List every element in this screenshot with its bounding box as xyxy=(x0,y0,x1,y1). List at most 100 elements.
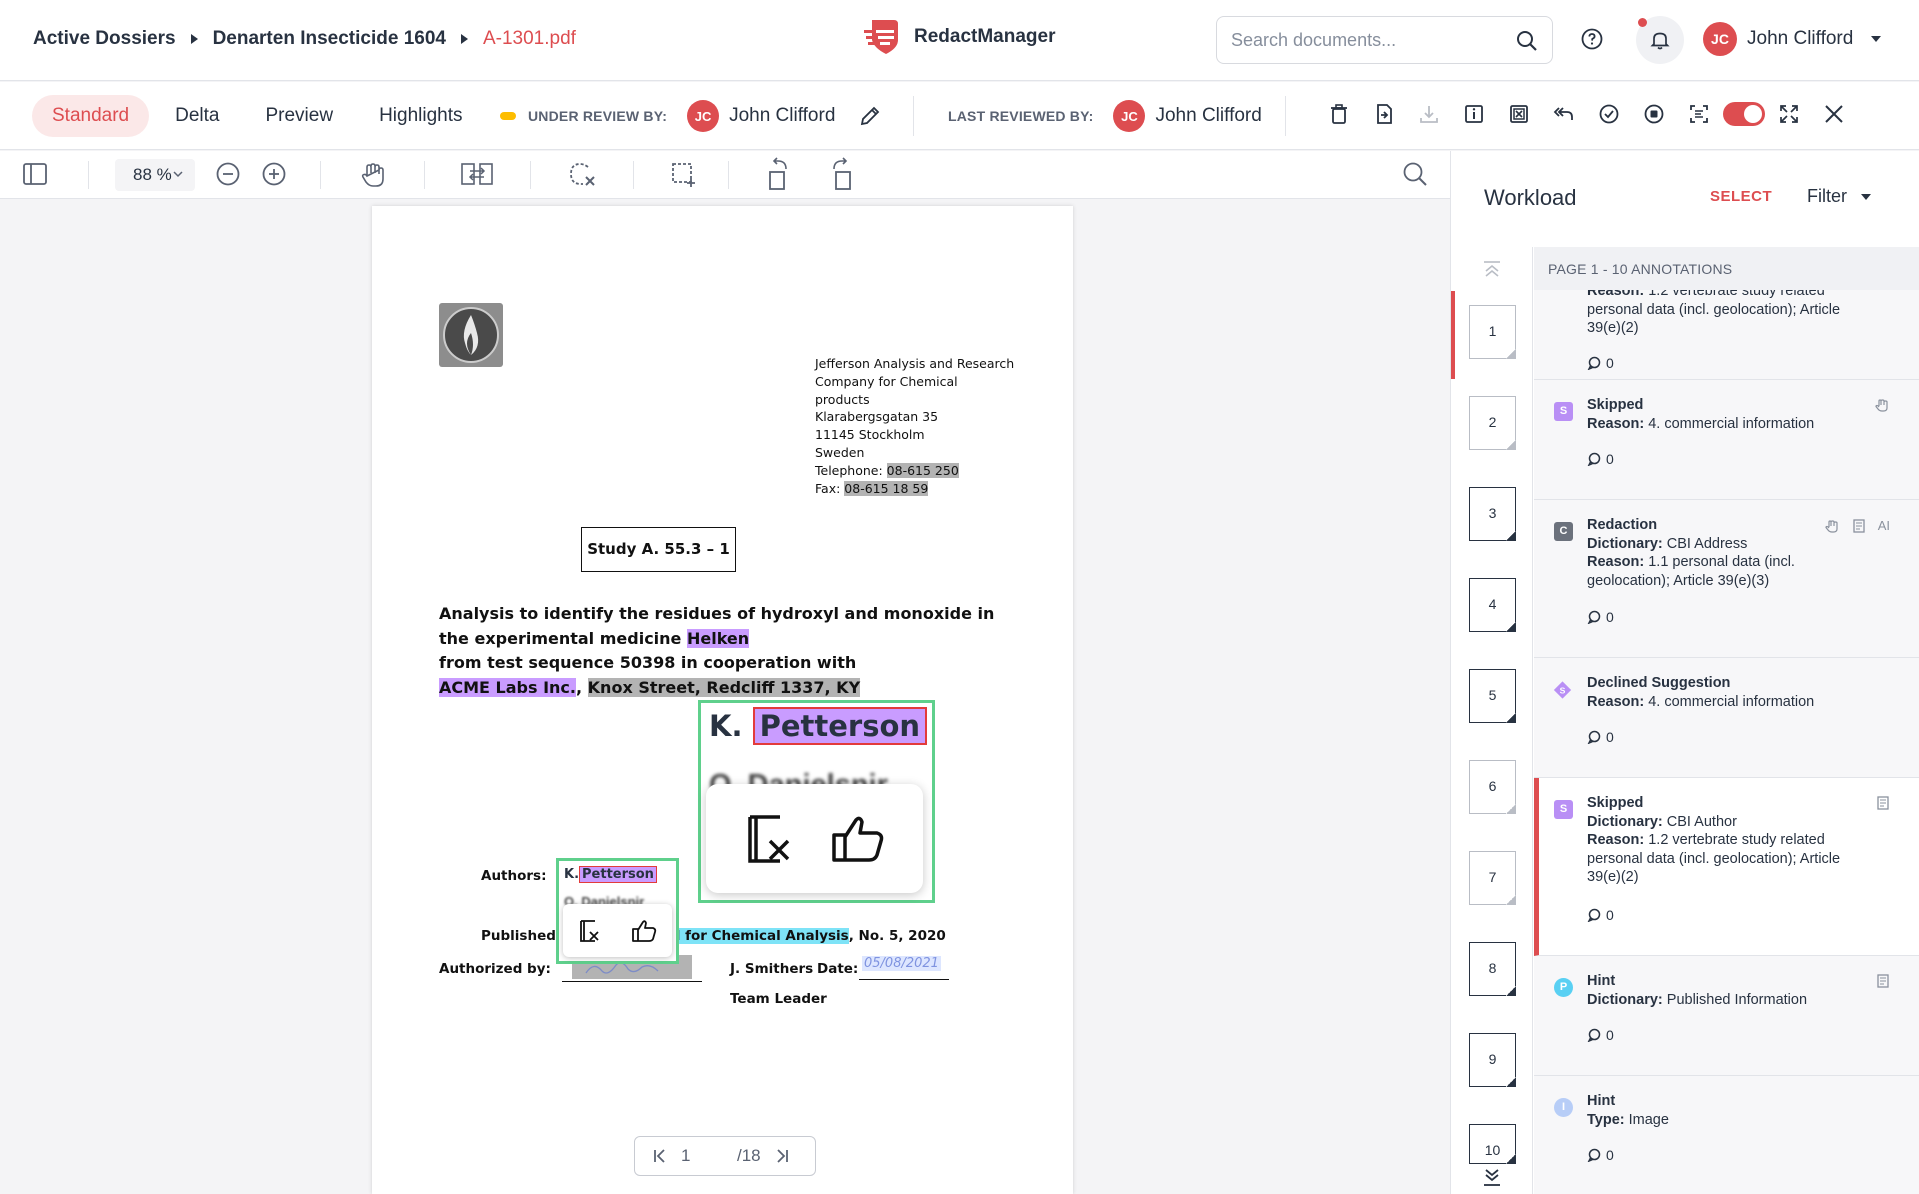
notifications-button[interactable] xyxy=(1636,16,1684,64)
tab-delta[interactable]: Delta xyxy=(155,95,239,137)
scroll-bottom-icon[interactable] xyxy=(1481,1167,1503,1189)
annotation-item[interactable]: S Skipped Reason: 4. commercial informat… xyxy=(1534,380,1919,500)
zoom-out-icon[interactable] xyxy=(215,161,241,187)
skipped-highlight[interactable]: ACME Labs Inc. xyxy=(439,677,576,697)
comment-count[interactable]: 0 xyxy=(1587,728,1614,747)
remove-annotation-icon[interactable] xyxy=(742,811,798,867)
close-icon[interactable] xyxy=(1811,103,1856,125)
page-thumbnails: 1 2 3 4 5 6 7 8 9 10 xyxy=(1451,247,1533,1194)
redact-preview-icon[interactable] xyxy=(1496,103,1541,125)
rotate-left-icon[interactable] xyxy=(766,157,792,191)
redaction-highlight[interactable]: Knox Street, Redcliff 1337, KY xyxy=(587,677,861,697)
user-menu[interactable]: JC John Clifford xyxy=(1703,22,1882,56)
first-page-icon[interactable] xyxy=(653,1148,667,1164)
annotation-item[interactable]: C Redaction Dictionary: CBI Address Reas… xyxy=(1534,500,1919,658)
breadcrumb-current-file[interactable]: A-1301.pdf xyxy=(483,28,576,50)
search-icon[interactable] xyxy=(1516,30,1538,52)
title-text: the experimental medicine xyxy=(439,628,687,648)
delete-icon[interactable] xyxy=(1316,103,1361,125)
stop-icon[interactable] xyxy=(1631,103,1676,125)
page-thumb-2[interactable]: 2 xyxy=(1469,396,1516,450)
toggle-switch[interactable] xyxy=(1721,102,1766,126)
page-thumb-6[interactable]: 6 xyxy=(1469,760,1516,814)
annotation-item[interactable]: I Hint Type: Image 0 xyxy=(1534,1076,1919,1194)
comment-count[interactable]: 0 xyxy=(1587,906,1614,925)
hand-icon[interactable] xyxy=(1824,518,1840,534)
accept-thumb-icon[interactable] xyxy=(829,813,887,865)
filter-dropdown[interactable]: Filter xyxy=(1807,186,1871,207)
undo-all-icon[interactable] xyxy=(1541,103,1586,125)
annotation-item[interactable]: S Declined Suggestion Reason: 4. commerc… xyxy=(1534,658,1919,778)
compare-icon[interactable] xyxy=(460,161,494,187)
address-line: Klarabergsgatan 35 xyxy=(815,409,939,425)
annotation-item[interactable]: Reason: 1.2 vertebrate study related per… xyxy=(1534,290,1919,380)
skipped-icon: S xyxy=(1554,800,1573,819)
pan-hand-icon[interactable] xyxy=(360,161,386,189)
tab-highlights[interactable]: Highlights xyxy=(359,95,482,137)
comment-count[interactable]: 0 xyxy=(1587,1146,1614,1165)
hand-icon[interactable] xyxy=(1874,397,1890,413)
declined-suggestion-icon: S xyxy=(1553,680,1572,699)
accept-thumb-icon[interactable] xyxy=(630,918,658,944)
user-name: John Clifford xyxy=(1747,28,1854,49)
comment-count[interactable]: 0 xyxy=(1587,1026,1614,1045)
type-label: Type: xyxy=(1587,1111,1625,1128)
breadcrumb-arrow-icon xyxy=(460,34,468,44)
document-icon[interactable] xyxy=(1876,973,1890,989)
scroll-top-icon[interactable] xyxy=(1481,259,1503,279)
select-button[interactable]: SELECT xyxy=(1710,188,1772,205)
document-action-bar: Standard Delta Preview Highlights UNDER … xyxy=(0,82,1919,150)
redaction-highlight[interactable]: 08-615 18 59 xyxy=(844,480,929,496)
comment-count[interactable]: 0 xyxy=(1587,450,1614,469)
approve-check-icon[interactable] xyxy=(1586,103,1631,125)
comment-count[interactable]: 0 xyxy=(1587,608,1614,627)
tab-standard[interactable]: Standard xyxy=(32,95,150,137)
annotation-item-selected[interactable]: S Skipped Dictionary: CBI Author Reason:… xyxy=(1534,778,1919,956)
sidebar-toggle-icon[interactable] xyxy=(22,161,48,187)
page-number-input[interactable]: 1 xyxy=(681,1146,737,1166)
page-thumb-3[interactable]: 3 xyxy=(1469,487,1516,541)
download-icon[interactable] xyxy=(1406,103,1451,125)
ocr-scan-icon[interactable] xyxy=(1676,103,1721,125)
hint-highlight[interactable]: 05/08/2021 xyxy=(862,956,941,971)
title-line: from test sequence 50398 in cooperation … xyxy=(439,653,857,672)
page-thumb-9[interactable]: 9 xyxy=(1469,1033,1516,1087)
rectangle-select-icon[interactable] xyxy=(670,161,698,189)
page-thumb-1[interactable]: 1 xyxy=(1469,305,1516,359)
hint-highlight[interactable]: ral for Chemical Analysis xyxy=(660,928,849,944)
file-import-icon[interactable] xyxy=(1361,103,1406,125)
document-icon[interactable] xyxy=(1876,795,1890,811)
page-thumb-10[interactable]: 10 xyxy=(1469,1124,1516,1164)
annotation-type: Hint xyxy=(1587,1093,1616,1109)
breadcrumb-active-dossiers[interactable]: Active Dossiers xyxy=(33,28,176,50)
help-icon[interactable] xyxy=(1580,27,1604,51)
redaction-highlight[interactable]: 08-615 250 xyxy=(886,462,959,478)
page-thumb-7[interactable]: 7 xyxy=(1469,851,1516,905)
avatar: JC xyxy=(687,100,720,132)
page-thumb-4[interactable]: 4 xyxy=(1469,578,1516,632)
breadcrumb-dossier[interactable]: Denarten Insecticide 1604 xyxy=(213,28,446,50)
zoom-select[interactable]: 88 % xyxy=(115,159,195,191)
page-thumb-8[interactable]: 8 xyxy=(1469,942,1516,996)
divider xyxy=(913,96,914,136)
area-deselect-icon[interactable] xyxy=(568,161,598,189)
zoom-in-icon[interactable] xyxy=(261,161,287,187)
selected-annotation[interactable]: Petterson xyxy=(752,707,928,745)
page-thumb-5[interactable]: 5 xyxy=(1469,669,1516,723)
document-icon[interactable] xyxy=(1852,518,1866,534)
annotation-item[interactable]: P Hint Dictionary: Published Information… xyxy=(1534,956,1919,1076)
info-icon[interactable] xyxy=(1451,103,1496,125)
fullscreen-icon[interactable] xyxy=(1766,103,1811,125)
last-page-icon[interactable] xyxy=(775,1148,789,1164)
pencil-icon[interactable] xyxy=(859,105,881,127)
selected-annotation[interactable]: Petterson xyxy=(579,866,657,883)
comment-count[interactable]: 0 xyxy=(1587,354,1614,373)
tab-preview[interactable]: Preview xyxy=(245,95,353,137)
skipped-highlight[interactable]: Helken xyxy=(686,628,750,648)
comment-number: 0 xyxy=(1606,451,1614,467)
rotate-right-icon[interactable] xyxy=(828,157,854,191)
remove-annotation-icon[interactable] xyxy=(577,918,603,944)
search-icon[interactable] xyxy=(1402,161,1428,187)
brand-logo[interactable]: RedactManager xyxy=(862,18,1056,56)
search-input[interactable] xyxy=(1231,17,1501,63)
